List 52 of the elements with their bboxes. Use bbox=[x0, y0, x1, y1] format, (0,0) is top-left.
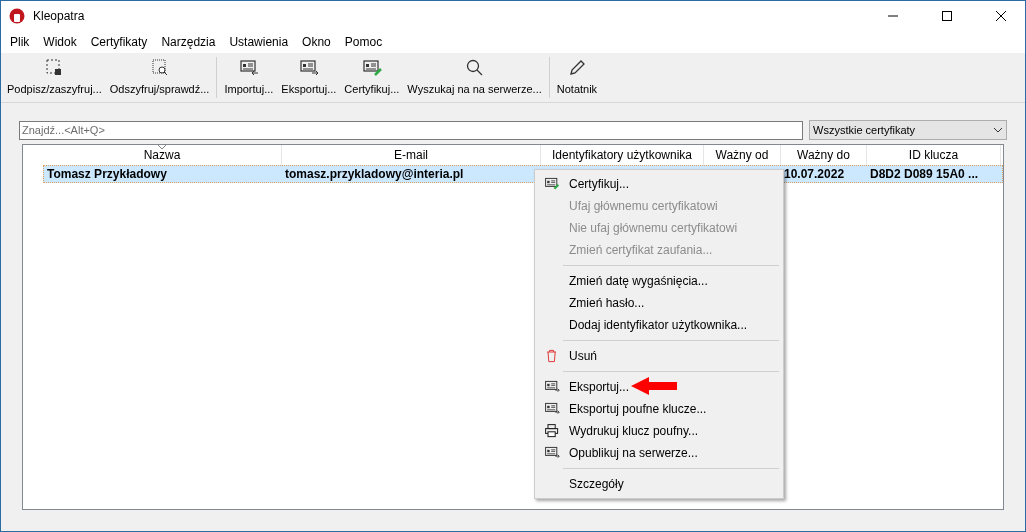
toolbar-button[interactable]: Certyfikuj... bbox=[340, 53, 404, 102]
menu-item[interactable]: Usuń bbox=[535, 345, 783, 367]
certificate-export-icon bbox=[544, 445, 560, 461]
table-cell: tomasz.przykladowy@interia.pl bbox=[285, 167, 464, 181]
menu-item[interactable]: Plik bbox=[3, 33, 37, 51]
certificate-export-icon bbox=[298, 57, 319, 78]
toolbar-button[interactable]: Importuj... bbox=[220, 53, 278, 102]
column-header[interactable]: Identyfikatory użytkownika bbox=[551, 146, 693, 164]
column-header[interactable]: Ważny do bbox=[797, 146, 850, 164]
table-cell: 10.07.2022 bbox=[784, 167, 845, 181]
certificate-import-icon bbox=[238, 57, 259, 78]
menu-item[interactable]: Pomoc bbox=[337, 33, 390, 51]
menu-item[interactable]: Dodaj identyfikator użytkownika... bbox=[535, 314, 783, 336]
table-cell: D8D2 D089 15A0 ... bbox=[870, 167, 979, 181]
toolbar-button[interactable]: Podpisz/zaszyfruj... bbox=[3, 53, 106, 102]
close-icon[interactable] bbox=[995, 10, 1007, 22]
filter-dropdown[interactable]: Wszystkie certyfikaty bbox=[809, 120, 1007, 140]
menu-item[interactable]: Narzędzia bbox=[154, 33, 223, 51]
menu-item[interactable]: Zmień datę wygaśnięcia... bbox=[535, 270, 783, 292]
toolbar-button[interactable]: Notatnik bbox=[552, 53, 602, 102]
menu-item[interactable]: Ustawienia bbox=[222, 33, 296, 51]
menu-item[interactable]: Eksportuj... bbox=[535, 376, 783, 398]
window-title: Kleopatra bbox=[33, 8, 85, 25]
search-field[interactable]: Znajdź...<Alt+Q> bbox=[19, 120, 803, 140]
menu-item[interactable]: Widok bbox=[36, 33, 84, 51]
menu-item[interactable]: Zmień hasło... bbox=[535, 292, 783, 314]
certificate-pen-icon bbox=[544, 176, 560, 192]
toolbar-button[interactable]: Wyszukaj na na serwerze... bbox=[403, 53, 546, 102]
toolbar-button[interactable]: Eksportuj... bbox=[277, 53, 341, 102]
certificate-export-icon bbox=[544, 401, 560, 417]
chevron-icon bbox=[993, 127, 1003, 133]
column-header[interactable]: Ważny od bbox=[715, 146, 769, 164]
annotation-arrow bbox=[631, 377, 677, 395]
app-logo-icon bbox=[9, 8, 25, 24]
column-header[interactable]: ID klucza bbox=[908, 146, 959, 164]
maximize-icon[interactable] bbox=[941, 10, 953, 22]
menu-item[interactable]: Opublikuj na serwerze... bbox=[535, 442, 783, 464]
menu-item[interactable]: Eksportuj poufne klucze... bbox=[535, 398, 783, 420]
column-header[interactable]: Nazwa bbox=[143, 146, 181, 164]
menu-item[interactable]: Okno bbox=[295, 33, 338, 51]
menu-item[interactable]: Szczegóły bbox=[535, 473, 783, 495]
printer-icon bbox=[544, 423, 560, 439]
filter-value: Wszystkie certyfikaty bbox=[813, 122, 916, 138]
table-cell: Tomasz Przykładowy bbox=[47, 167, 167, 181]
document-search-icon bbox=[149, 57, 170, 78]
toolbar-button[interactable]: Odszyfruj/sprawdź... bbox=[105, 53, 214, 102]
menu-item[interactable]: Wydrukuj klucz poufny... bbox=[535, 420, 783, 442]
search-icon bbox=[464, 57, 485, 78]
menu-item[interactable]: Certyfikaty bbox=[83, 33, 155, 51]
certificate-export-icon bbox=[544, 379, 560, 395]
column-header[interactable]: E-mail bbox=[394, 146, 428, 164]
certificate-pen-icon bbox=[361, 57, 382, 78]
